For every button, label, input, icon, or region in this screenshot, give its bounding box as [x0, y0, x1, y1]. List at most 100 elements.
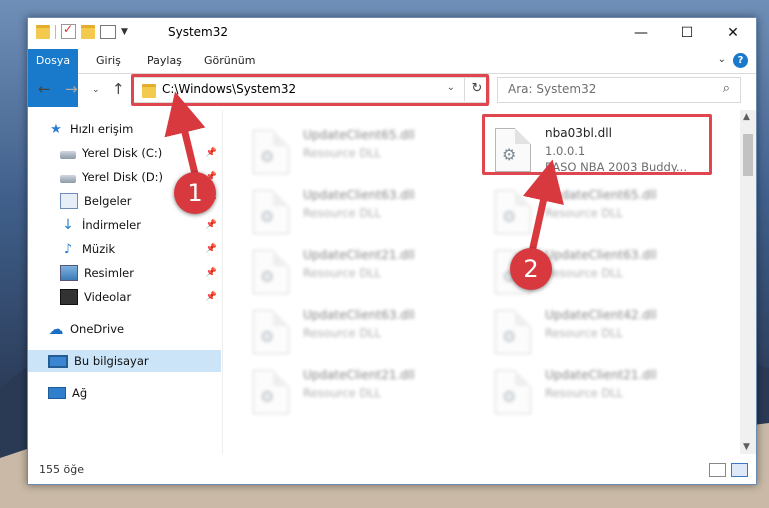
file-item[interactable]: ⚙ UpdateClient21.dll Resource DLL	[243, 364, 463, 422]
file-item[interactable]: ⚙ UpdateClient63.dll Resource DLL	[243, 304, 463, 362]
file-name: UpdateClient65.dll	[303, 128, 415, 142]
help-icon[interactable]: ?	[733, 53, 748, 68]
sidebar-item[interactable]: ☁ OneDrive	[28, 318, 221, 340]
computer-icon	[48, 354, 68, 368]
disk-icon	[60, 150, 76, 159]
file-highlight-box	[482, 114, 712, 175]
sidebar-item[interactable]: Resimler 📌	[28, 262, 221, 284]
large-icons-view-icon[interactable]	[731, 463, 748, 477]
address-highlight-box	[131, 74, 489, 106]
sidebar-item[interactable]: Yerel Disk (C:) 📌	[28, 142, 221, 164]
sidebar-item-label: İndirmeler	[82, 218, 141, 232]
callout-badge-1: 1	[174, 172, 216, 214]
sidebar-item-label: OneDrive	[70, 322, 125, 336]
gear-icon: ⚙	[502, 387, 517, 406]
callout-badge-2: 2	[510, 248, 552, 290]
dll-file-icon: ⚙	[253, 130, 289, 174]
sidebar-item-label: Müzik	[82, 242, 116, 256]
scroll-down-icon[interactable]: ▼	[743, 442, 750, 452]
pin-icon[interactable]: 📌	[206, 292, 217, 302]
vertical-scrollbar[interactable]: ▲ ▼	[740, 110, 756, 454]
gear-icon: ⚙	[260, 267, 275, 286]
properties-icon[interactable]	[100, 24, 116, 39]
dll-file-icon: ⚙	[253, 370, 289, 414]
file-item[interactable]: ⚙ UpdateClient65.dll Resource DLL	[485, 184, 705, 242]
file-description: Resource DLL	[545, 386, 624, 400]
sidebar-item[interactable]: Ağ	[28, 382, 221, 404]
pin-icon[interactable]: 📌	[206, 244, 217, 254]
quick-access-toolbar: ▼	[36, 22, 128, 39]
navigation-pane: ★ Hızlı erişim Yerel Disk (C:) 📌 Yerel Disk …	[28, 110, 221, 454]
file-description: Resource DLL	[303, 266, 382, 280]
sidebar-item[interactable]: ♪ Müzik 📌	[28, 238, 221, 260]
close-button[interactable]: ✕	[710, 18, 756, 48]
new-folder-icon[interactable]	[81, 24, 95, 39]
maximize-button[interactable]: ☐	[664, 18, 710, 48]
file-item[interactable]: ⚙ UpdateClient65.dll Resource DLL	[243, 124, 463, 182]
gear-icon: ⚙	[502, 207, 517, 226]
file-name: UpdateClient65.dll	[545, 188, 657, 202]
dropdown-icon[interactable]: ▼	[121, 27, 128, 37]
star-icon: ★	[50, 122, 62, 137]
sidebar-item[interactable]: Bu bilgisayar	[28, 350, 221, 372]
recent-locations-icon[interactable]: ⌄	[92, 85, 100, 95]
ribbon-tabs: Dosya Giriş Paylaş Görünüm ⌄ ?	[28, 49, 756, 107]
up-arrow-icon[interactable]: ↑	[112, 80, 125, 98]
title-bar: ▼ System32 — ☐ ✕	[28, 18, 756, 49]
sidebar-item[interactable]: ↓ İndirmeler 📌	[28, 214, 221, 236]
file-item[interactable]: ⚙ UpdateClient63.dll Resource DLL	[243, 184, 463, 242]
sidebar-item-label: Ağ	[72, 386, 88, 400]
gear-icon: ⚙	[260, 327, 275, 346]
file-name: UpdateClient42.dll	[545, 308, 657, 322]
collapse-ribbon-icon[interactable]: ⌄	[718, 54, 726, 65]
forward-arrow-icon[interactable]: →	[65, 80, 78, 98]
pin-icon[interactable]: 📌	[206, 268, 217, 278]
file-description: Resource DLL	[303, 206, 382, 220]
tab-paylas[interactable]: Paylaş	[147, 49, 182, 73]
file-name: UpdateClient63.dll	[303, 188, 415, 202]
file-description: Resource DLL	[303, 326, 382, 340]
dll-file-icon: ⚙	[495, 370, 531, 414]
back-arrow-icon[interactable]: ←	[38, 80, 51, 98]
file-description: Resource DLL	[303, 146, 382, 160]
cloud-icon: ☁	[48, 320, 64, 338]
gear-icon: ⚙	[260, 387, 275, 406]
dll-file-icon: ⚙	[495, 310, 531, 354]
sidebar-item-label: Bu bilgisayar	[74, 354, 149, 368]
sidebar-item-label: Hızlı erişim	[70, 122, 134, 136]
pin-icon[interactable]: 📌	[206, 148, 217, 158]
details-view-icon[interactable]	[709, 463, 726, 477]
gear-icon: ⚙	[502, 327, 517, 346]
pin-icon[interactable]: 📌	[206, 220, 217, 230]
scrollbar-thumb[interactable]	[743, 134, 753, 176]
tab-giris[interactable]: Giriş	[96, 49, 121, 73]
sidebar-item-label: Yerel Disk (D:)	[82, 170, 164, 184]
file-item[interactable]: ⚙ UpdateClient21.dll Resource DLL	[485, 364, 705, 422]
dll-file-icon: ⚙	[253, 250, 289, 294]
dll-file-icon: ⚙	[253, 190, 289, 234]
window-title: System32	[168, 25, 229, 39]
sidebar-item[interactable]: ★ Hızlı erişim	[28, 118, 221, 140]
scroll-up-icon[interactable]: ▲	[743, 112, 750, 122]
file-item[interactable]: ⚙ UpdateClient42.dll Resource DLL	[485, 304, 705, 362]
file-name: UpdateClient21.dll	[303, 248, 415, 262]
documents-icon	[60, 193, 78, 209]
file-item[interactable]: ⚙ UpdateClient21.dll Resource DLL	[243, 244, 463, 302]
file-description: Resource DLL	[545, 266, 624, 280]
checkmark-properties-icon[interactable]	[61, 22, 76, 39]
minimize-button[interactable]: —	[618, 18, 664, 48]
file-description: Resource DLL	[545, 206, 624, 220]
pictures-icon	[60, 265, 78, 281]
tab-gorunum[interactable]: Görünüm	[204, 49, 255, 73]
folder-icon[interactable]	[36, 24, 50, 39]
search-box[interactable]: Ara: System32 ⌕	[497, 77, 741, 103]
file-name: UpdateClient21.dll	[303, 368, 415, 382]
search-icon[interactable]: ⌕	[723, 81, 730, 96]
music-icon: ♪	[63, 242, 73, 257]
file-name: UpdateClient63.dll	[303, 308, 415, 322]
gear-icon: ⚙	[260, 207, 275, 226]
file-name: UpdateClient21.dll	[545, 368, 657, 382]
sidebar-item-label: Resimler	[84, 266, 134, 280]
sidebar-item[interactable]: Videolar 📌	[28, 286, 221, 308]
item-count: 155 öğe	[39, 463, 84, 476]
